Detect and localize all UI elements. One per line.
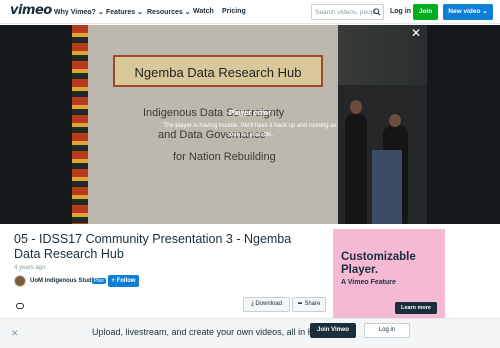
comment-icon[interactable] — [16, 303, 24, 309]
close-icon[interactable]: ✕ — [410, 27, 422, 39]
search-input[interactable]: Search videos, peopl — [311, 4, 384, 20]
plus-badge: Plus — [92, 278, 106, 284]
decorative-band — [72, 25, 88, 224]
nav-pricing[interactable]: Pricing — [222, 8, 246, 15]
nav-why-vimeo[interactable]: Why Vimeo? ⌄ — [54, 8, 104, 16]
player-error-message: The player is having trouble. We'll have… — [163, 123, 337, 138]
search-placeholder: Search videos, peopl — [315, 9, 376, 16]
search-icon[interactable] — [373, 8, 381, 16]
signup-banner: ✕ Upload, livestream, and create your ow… — [0, 318, 500, 348]
nav-resources[interactable]: Resources ⌄ — [147, 8, 191, 16]
chevron-down-icon: ⌄ — [184, 9, 191, 16]
login-link[interactable]: Log in — [390, 8, 411, 15]
podium — [372, 150, 402, 224]
uploader-name[interactable]: UoM Indigenous Studies — [30, 278, 100, 284]
nav-features[interactable]: Features ⌄ — [106, 8, 143, 16]
avatar[interactable] — [14, 275, 26, 287]
share-button[interactable]: ➦ Share — [292, 297, 326, 312]
download-icon: ⤓ — [250, 301, 254, 307]
chevron-down-icon: ⌄ — [482, 8, 488, 15]
follow-button[interactable]: + Follow — [108, 275, 139, 287]
banner-text: Upload, livestream, and create your own … — [92, 327, 324, 337]
ad-subline: A Vimeo Feature — [341, 279, 396, 286]
join-vimeo-button[interactable]: Join Vimeo — [310, 323, 356, 338]
learn-more-button[interactable]: Learn more — [395, 302, 437, 314]
banner-login-button[interactable]: Log in — [364, 323, 410, 338]
ad-panel[interactable]: Customizable Player. A Vimeo Feature Lea… — [333, 229, 445, 320]
video-age: 4 years ago — [14, 265, 46, 271]
new-video-button[interactable]: New video ⌄ — [443, 4, 493, 20]
join-button[interactable]: Join — [413, 4, 438, 20]
download-button[interactable]: ⤓ Download — [243, 297, 290, 312]
video-title: 05 - IDSS17 Community Presentation 3 - N… — [14, 232, 292, 261]
video-player[interactable]: Ngemba Data Research Hub Indigenous Data… — [0, 25, 500, 224]
slide-title: Ngemba Data Research Hub — [134, 65, 302, 80]
vimeo-logo[interactable]: vimeo — [10, 3, 52, 18]
share-icon: ➦ — [297, 301, 303, 307]
top-nav: vimeo Why Vimeo? ⌄ Features ⌄ Resources … — [0, 0, 500, 24]
nav-watch[interactable]: Watch — [193, 8, 214, 15]
chevron-down-icon: ⌄ — [97, 9, 104, 16]
speaker-figure — [345, 113, 367, 224]
chevron-down-icon: ⌄ — [137, 9, 144, 16]
ad-headline: Customizable Player. — [341, 251, 416, 276]
slide-title-box: Ngemba Data Research Hub — [113, 55, 323, 87]
close-icon[interactable]: ✕ — [11, 328, 19, 339]
slide-line: for Nation Rebuilding — [173, 151, 276, 163]
player-error-title: Player error — [228, 108, 272, 117]
